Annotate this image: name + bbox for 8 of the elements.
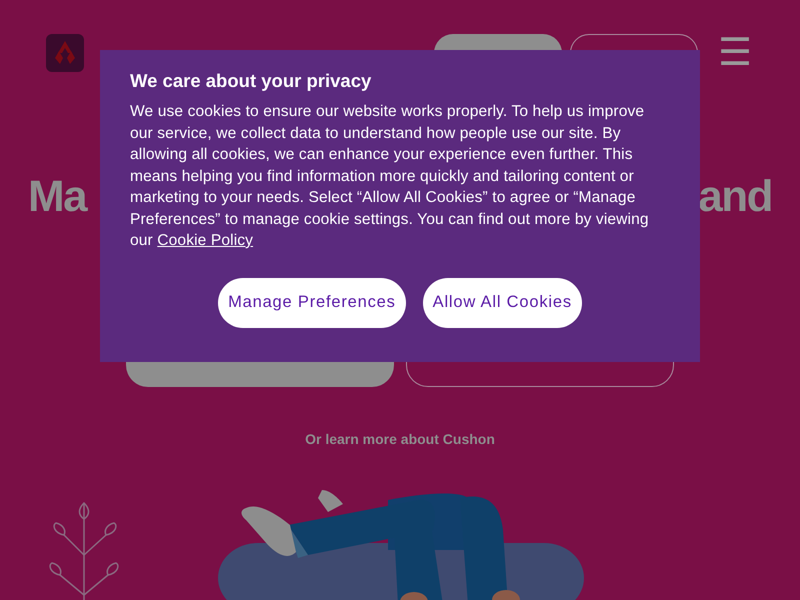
cookie-button[interactable]: Allow All Cookies bbox=[422, 278, 582, 328]
headline: and bbox=[698, 171, 772, 223]
headline: Ma bbox=[28, 171, 86, 223]
dialog-title: We care about your privacy bbox=[130, 70, 372, 92]
dialog-text: We use cookies to ensure our website works properly. To help us improve our service, we collect data to understand how people use our site. By allowing all cookies, we can enhance your experience even further. This means helping you find information more quickly and tailoring content or marketing to your needs. Select “Allow All Cookies” to agree or “Manage Preferences” to manage cookie settings. You can find out more by viewing our Cookie Policy bbox=[130, 102, 650, 251]
cookie-button[interactable]: Manage Preferences bbox=[218, 278, 406, 328]
menu-icon[interactable]: ☰ bbox=[718, 34, 752, 72]
cookie-policy-link[interactable]: Cookie Policy bbox=[157, 232, 254, 249]
